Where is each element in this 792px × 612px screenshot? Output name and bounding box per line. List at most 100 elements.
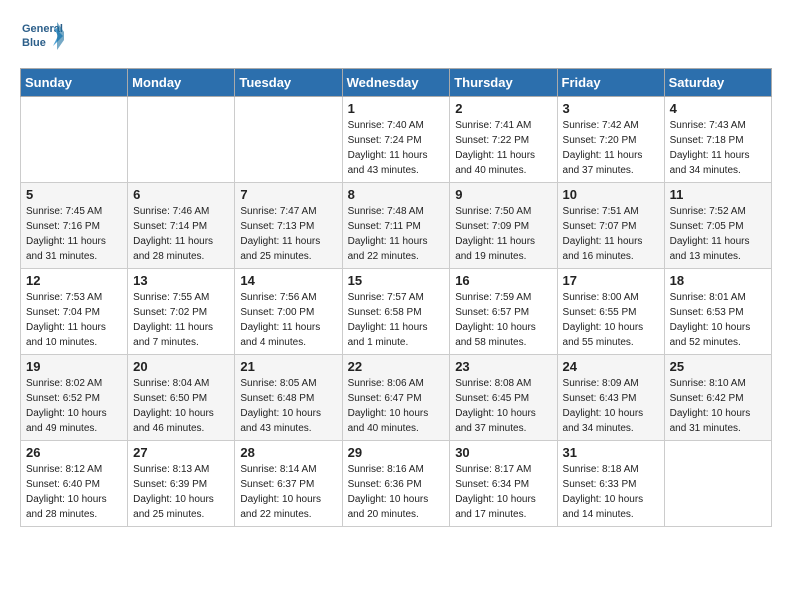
day-cell: 26 Sunrise: 8:12 AMSunset: 6:40 PMDayligh… — [21, 441, 128, 527]
day-cell: 27 Sunrise: 8:13 AMSunset: 6:39 PMDayligh… — [128, 441, 235, 527]
day-cell: 17 Sunrise: 8:00 AMSunset: 6:55 PMDayligh… — [557, 269, 664, 355]
weekday-header-wednesday: Wednesday — [342, 69, 450, 97]
day-number: 13 — [133, 273, 229, 288]
week-row-4: 19Sunrise: 8:02 AMSunset: 6:52 PMDayligh… — [21, 355, 772, 441]
day-cell: 3 Sunrise: 7:42 AMSunset: 7:20 PMDaylight… — [557, 97, 664, 183]
day-info: Sunrise: 7:47 AMSunset: 7:13 PMDaylight:… — [240, 204, 336, 264]
calendar: SundayMondayTuesdayWednesdayThursdayFrid… — [20, 68, 772, 527]
day-info: Sunrise: 7:41 AMSunset: 7:22 PMDaylight:… — [455, 118, 551, 178]
header: General Blue — [20, 16, 772, 60]
day-info: Sunrise: 8:16 AMSunset: 6:36 PMDaylight:… — [348, 462, 445, 522]
day-cell: 7 Sunrise: 7:47 AMSunset: 7:13 PMDaylight… — [235, 183, 342, 269]
day-info: Sunrise: 8:08 AMSunset: 6:45 PMDaylight:… — [455, 376, 551, 436]
day-info: Sunrise: 7:56 AMSunset: 7:00 PMDaylight:… — [240, 290, 336, 350]
day-number: 3 — [563, 101, 659, 116]
day-number: 28 — [240, 445, 336, 460]
day-number: 17 — [563, 273, 659, 288]
day-number: 8 — [348, 187, 445, 202]
day-cell: 29 Sunrise: 8:16 AMSunset: 6:36 PMDayligh… — [342, 441, 450, 527]
day-cell: 21 Sunrise: 8:05 AMSunset: 6:48 PMDayligh… — [235, 355, 342, 441]
day-cell: 5Sunrise: 7:45 AMSunset: 7:16 PMDaylight… — [21, 183, 128, 269]
day-number: 9 — [455, 187, 551, 202]
day-info: Sunrise: 8:04 AMSunset: 6:50 PMDaylight:… — [133, 376, 229, 436]
day-info: Sunrise: 8:10 AMSunset: 6:42 PMDaylight:… — [670, 376, 766, 436]
day-cell: 16 Sunrise: 7:59 AMSunset: 6:57 PMDayligh… — [450, 269, 557, 355]
day-number: 23 — [455, 359, 551, 374]
day-cell: 23 Sunrise: 8:08 AMSunset: 6:45 PMDayligh… — [450, 355, 557, 441]
day-number: 5 — [26, 187, 122, 202]
day-cell: 15 Sunrise: 7:57 AMSunset: 6:58 PMDayligh… — [342, 269, 450, 355]
day-info: Sunrise: 8:06 AMSunset: 6:47 PMDaylight:… — [348, 376, 445, 436]
day-cell: 2 Sunrise: 7:41 AMSunset: 7:22 PMDaylight… — [450, 97, 557, 183]
day-number: 15 — [348, 273, 445, 288]
day-number: 10 — [563, 187, 659, 202]
day-cell: 30 Sunrise: 8:17 AMSunset: 6:34 PMDayligh… — [450, 441, 557, 527]
day-info: Sunrise: 7:48 AMSunset: 7:11 PMDaylight:… — [348, 204, 445, 264]
day-cell: 1Sunrise: 7:40 AMSunset: 7:24 PMDaylight… — [342, 97, 450, 183]
weekday-header-row: SundayMondayTuesdayWednesdayThursdayFrid… — [21, 69, 772, 97]
day-cell — [664, 441, 771, 527]
weekday-header-tuesday: Tuesday — [235, 69, 342, 97]
weekday-header-saturday: Saturday — [664, 69, 771, 97]
day-info: Sunrise: 8:02 AMSunset: 6:52 PMDaylight:… — [26, 376, 122, 436]
day-info: Sunrise: 8:09 AMSunset: 6:43 PMDaylight:… — [563, 376, 659, 436]
day-cell: 22 Sunrise: 8:06 AMSunset: 6:47 PMDayligh… — [342, 355, 450, 441]
day-number: 22 — [348, 359, 445, 374]
day-info: Sunrise: 8:17 AMSunset: 6:34 PMDaylight:… — [455, 462, 551, 522]
day-cell: 12 Sunrise: 7:53 AMSunset: 7:04 PMDayligh… — [21, 269, 128, 355]
day-cell: 28 Sunrise: 8:14 AMSunset: 6:37 PMDayligh… — [235, 441, 342, 527]
day-cell: 4 Sunrise: 7:43 AMSunset: 7:18 PMDaylight… — [664, 97, 771, 183]
day-info: Sunrise: 8:14 AMSunset: 6:37 PMDaylight:… — [240, 462, 336, 522]
day-number: 14 — [240, 273, 336, 288]
day-cell: 14 Sunrise: 7:56 AMSunset: 7:00 PMDayligh… — [235, 269, 342, 355]
day-number: 1 — [348, 101, 445, 116]
day-cell — [235, 97, 342, 183]
weekday-header-sunday: Sunday — [21, 69, 128, 97]
day-number: 16 — [455, 273, 551, 288]
day-number: 31 — [563, 445, 659, 460]
day-info: Sunrise: 7:55 AMSunset: 7:02 PMDaylight:… — [133, 290, 229, 350]
day-number: 11 — [670, 187, 766, 202]
day-cell: 13 Sunrise: 7:55 AMSunset: 7:02 PMDayligh… — [128, 269, 235, 355]
day-number: 20 — [133, 359, 229, 374]
day-number: 7 — [240, 187, 336, 202]
page: General Blue SundayMondayTuesdayWednesda… — [0, 0, 792, 543]
weekday-header-friday: Friday — [557, 69, 664, 97]
day-info: Sunrise: 8:18 AMSunset: 6:33 PMDaylight:… — [563, 462, 659, 522]
day-info: Sunrise: 8:05 AMSunset: 6:48 PMDaylight:… — [240, 376, 336, 436]
day-number: 26 — [26, 445, 122, 460]
day-cell: 31 Sunrise: 8:18 AMSunset: 6:33 PMDayligh… — [557, 441, 664, 527]
week-row-3: 12 Sunrise: 7:53 AMSunset: 7:04 PMDayligh… — [21, 269, 772, 355]
logo-svg: General Blue — [20, 16, 64, 60]
day-number: 4 — [670, 101, 766, 116]
day-cell: 6Sunrise: 7:46 AMSunset: 7:14 PMDaylight… — [128, 183, 235, 269]
day-number: 29 — [348, 445, 445, 460]
day-cell: 10Sunrise: 7:51 AMSunset: 7:07 PMDayligh… — [557, 183, 664, 269]
day-cell: 25Sunrise: 8:10 AMSunset: 6:42 PMDayligh… — [664, 355, 771, 441]
day-info: Sunrise: 7:59 AMSunset: 6:57 PMDaylight:… — [455, 290, 551, 350]
day-info: Sunrise: 7:50 AMSunset: 7:09 PMDaylight:… — [455, 204, 551, 264]
day-info: Sunrise: 7:53 AMSunset: 7:04 PMDaylight:… — [26, 290, 122, 350]
day-cell: 24 Sunrise: 8:09 AMSunset: 6:43 PMDayligh… — [557, 355, 664, 441]
day-number: 30 — [455, 445, 551, 460]
day-info: Sunrise: 7:42 AMSunset: 7:20 PMDaylight:… — [563, 118, 659, 178]
day-number: 12 — [26, 273, 122, 288]
day-info: Sunrise: 8:12 AMSunset: 6:40 PMDaylight:… — [26, 462, 122, 522]
day-info: Sunrise: 8:13 AMSunset: 6:39 PMDaylight:… — [133, 462, 229, 522]
weekday-header-monday: Monday — [128, 69, 235, 97]
week-row-2: 5Sunrise: 7:45 AMSunset: 7:16 PMDaylight… — [21, 183, 772, 269]
day-number: 2 — [455, 101, 551, 116]
day-info: Sunrise: 8:00 AMSunset: 6:55 PMDaylight:… — [563, 290, 659, 350]
svg-text:Blue: Blue — [22, 37, 46, 49]
day-number: 24 — [563, 359, 659, 374]
day-number: 27 — [133, 445, 229, 460]
day-info: Sunrise: 7:52 AMSunset: 7:05 PMDaylight:… — [670, 204, 766, 264]
day-number: 18 — [670, 273, 766, 288]
day-info: Sunrise: 7:57 AMSunset: 6:58 PMDaylight:… — [348, 290, 445, 350]
day-cell: 20 Sunrise: 8:04 AMSunset: 6:50 PMDayligh… — [128, 355, 235, 441]
day-info: Sunrise: 7:43 AMSunset: 7:18 PMDaylight:… — [670, 118, 766, 178]
day-info: Sunrise: 7:46 AMSunset: 7:14 PMDaylight:… — [133, 204, 229, 264]
day-cell: 18Sunrise: 8:01 AMSunset: 6:53 PMDayligh… — [664, 269, 771, 355]
day-number: 21 — [240, 359, 336, 374]
day-cell: 8 Sunrise: 7:48 AMSunset: 7:11 PMDaylight… — [342, 183, 450, 269]
